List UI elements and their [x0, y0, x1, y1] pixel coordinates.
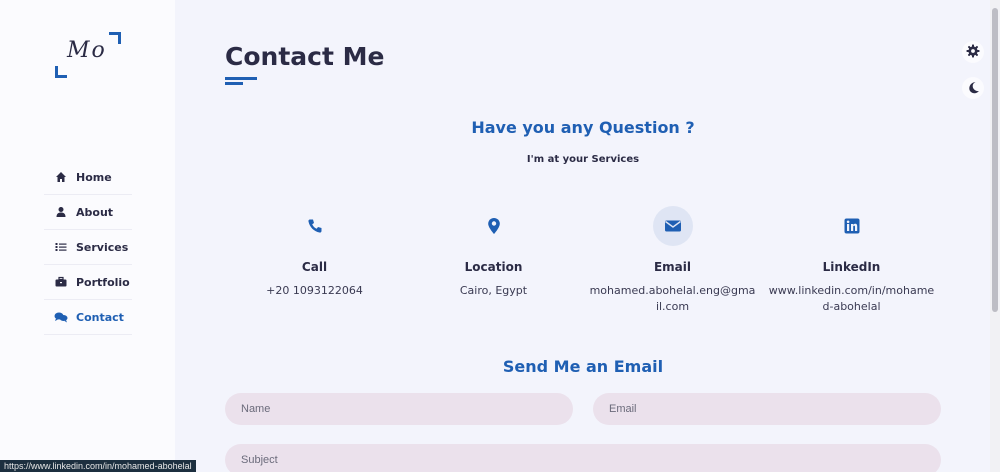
card-label: Location: [464, 260, 523, 274]
dark-mode-toggle[interactable]: [962, 77, 984, 99]
nav-item-label: Contact: [76, 310, 124, 324]
page-scrollbar[interactable]: [990, 0, 1000, 472]
page-title: Contact Me: [225, 42, 385, 71]
nav-item-contact[interactable]: Contact: [44, 300, 132, 335]
list-icon: [54, 240, 68, 254]
nav-item-services[interactable]: Services: [44, 230, 132, 265]
linkedin-icon[interactable]: [832, 206, 872, 246]
settings-button[interactable]: [962, 41, 984, 63]
nav-item-label: Home: [76, 170, 112, 184]
card-label: Email: [653, 260, 692, 274]
contact-card-linkedin: LinkedIn www.linkedin.com/in/mohamed-abo…: [762, 206, 941, 315]
nav-item-label: About: [76, 205, 114, 219]
title-underline: [225, 77, 257, 80]
nav-item-portfolio[interactable]: Portfolio: [44, 265, 132, 300]
moon-icon: [967, 79, 980, 98]
comments-icon: [54, 310, 68, 324]
section-subtitle: I'm at your Services: [526, 154, 640, 165]
gear-icon: [966, 43, 980, 62]
card-label: Call: [301, 260, 328, 274]
logo-text: Mo: [67, 38, 107, 63]
section-heading-question: Have you any Question ?: [471, 118, 695, 137]
phone-icon[interactable]: [295, 206, 335, 246]
link-status-bar: https://www.linkedin.com/in/mohamed-aboh…: [0, 460, 196, 472]
main-nav: Home About Services Portfolio Contact: [44, 160, 132, 335]
logo-corner-bottom-left: [55, 66, 67, 78]
section-heading-send-email: Send Me an Email: [502, 357, 664, 376]
nav-item-home[interactable]: Home: [44, 160, 132, 195]
contact-card-email: Email mohamed.abohelal.eng@gmail.com: [583, 206, 762, 315]
card-value: www.linkedin.com/in/mohamed-abohelal: [768, 284, 935, 313]
name-input[interactable]: [225, 393, 573, 425]
sidebar: Mo Home About Services Portfolio Contact: [0, 0, 175, 472]
subject-input[interactable]: [225, 444, 941, 472]
contact-cards: Call +20 1093122064 Location Cairo, Egyp…: [225, 206, 941, 315]
title-underline-short: [225, 82, 243, 85]
user-icon: [54, 205, 68, 219]
card-label: LinkedIn: [822, 260, 881, 274]
card-value: Cairo, Egypt: [459, 284, 528, 297]
envelope-icon[interactable]: [652, 206, 693, 246]
nav-item-label: Portfolio: [76, 275, 130, 289]
home-icon: [54, 170, 68, 184]
nav-item-label: Services: [76, 240, 129, 254]
briefcase-icon: [54, 275, 68, 289]
contact-card-call: Call +20 1093122064: [225, 206, 404, 315]
card-value: +20 1093122064: [266, 284, 363, 297]
contact-card-location: Location Cairo, Egypt: [404, 206, 583, 315]
scrollbar-thumb[interactable]: [992, 8, 998, 312]
logo-corner-top-right: [109, 32, 121, 44]
location-pin-icon[interactable]: [474, 206, 514, 246]
card-value: mohamed.abohelal.eng@gmail.com: [589, 284, 756, 313]
logo[interactable]: Mo: [55, 32, 121, 78]
email-input[interactable]: [593, 393, 941, 425]
nav-item-about[interactable]: About: [44, 195, 132, 230]
